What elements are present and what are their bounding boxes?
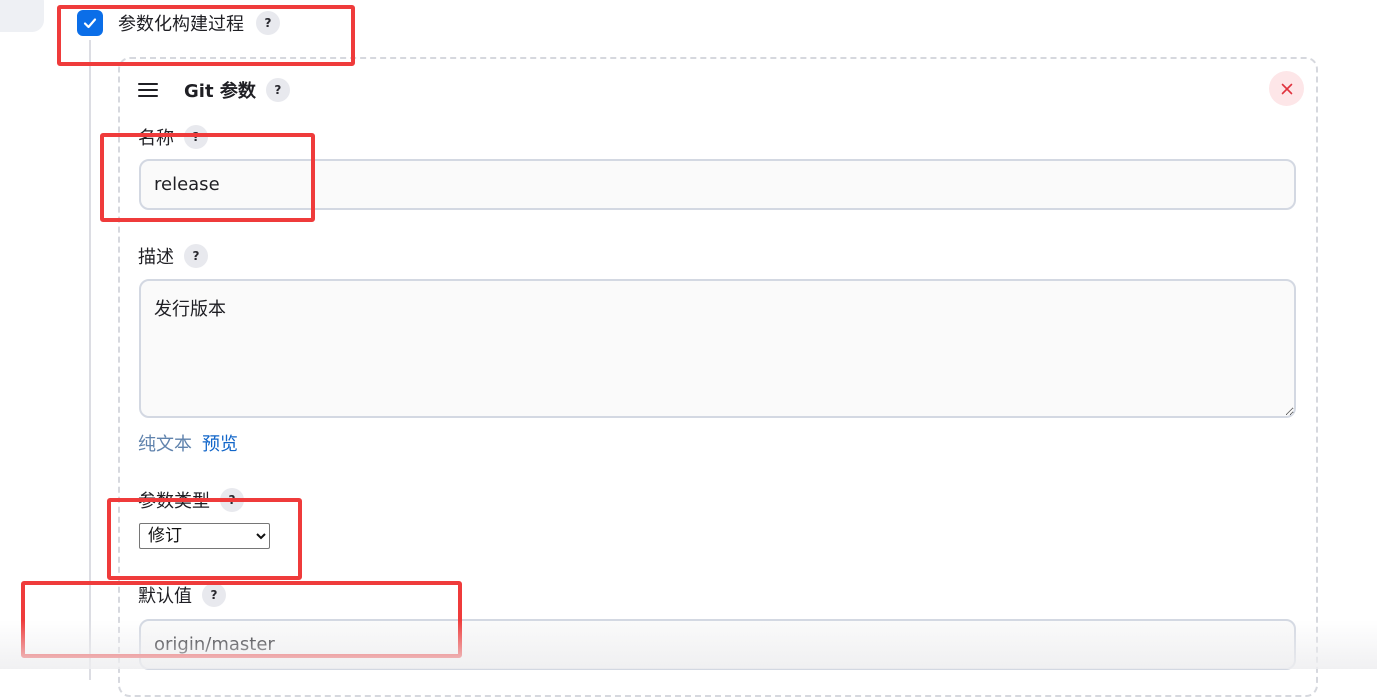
param-type-label-text: 参数类型: [138, 491, 210, 512]
param-type-label: 参数类型 ?: [138, 487, 244, 513]
preview-link[interactable]: 预览: [202, 430, 238, 456]
help-icon[interactable]: ?: [220, 488, 244, 512]
previous-section-tab: [0, 0, 44, 32]
help-icon[interactable]: ?: [184, 125, 208, 149]
name-label-text: 名称: [138, 128, 174, 149]
help-icon[interactable]: ?: [265, 78, 290, 102]
name-label: 名称 ?: [138, 124, 208, 150]
help-icon[interactable]: ?: [184, 244, 208, 268]
name-input[interactable]: [139, 159, 1296, 210]
drag-handle-icon[interactable]: [138, 83, 158, 97]
default-value-input[interactable]: [139, 619, 1296, 670]
close-icon: [1281, 83, 1292, 94]
parameterized-build-label: 参数化构建过程: [118, 14, 244, 35]
parameterized-build-row: 参数化构建过程 ?: [77, 9, 280, 37]
help-icon[interactable]: ?: [256, 11, 280, 35]
checkmark-icon: [83, 18, 97, 29]
description-label: 描述 ?: [138, 243, 208, 269]
description-format-links: 纯文本 预览: [138, 430, 238, 456]
help-icon[interactable]: ?: [202, 583, 226, 607]
delete-parameter-button[interactable]: [1269, 71, 1304, 106]
panel-header: Git 参数 ?: [138, 76, 290, 104]
plain-text-link[interactable]: 纯文本: [138, 430, 192, 456]
description-textarea[interactable]: 发行版本: [139, 279, 1296, 418]
param-type-select[interactable]: 修订: [139, 523, 270, 549]
panel-title: Git 参数: [184, 81, 256, 102]
default-value-label: 默认值 ?: [138, 582, 226, 608]
section-rule: [89, 40, 91, 680]
default-value-label-text: 默认值: [138, 586, 192, 607]
parameterized-build-checkbox[interactable]: [77, 10, 103, 36]
description-label-text: 描述: [138, 247, 174, 268]
